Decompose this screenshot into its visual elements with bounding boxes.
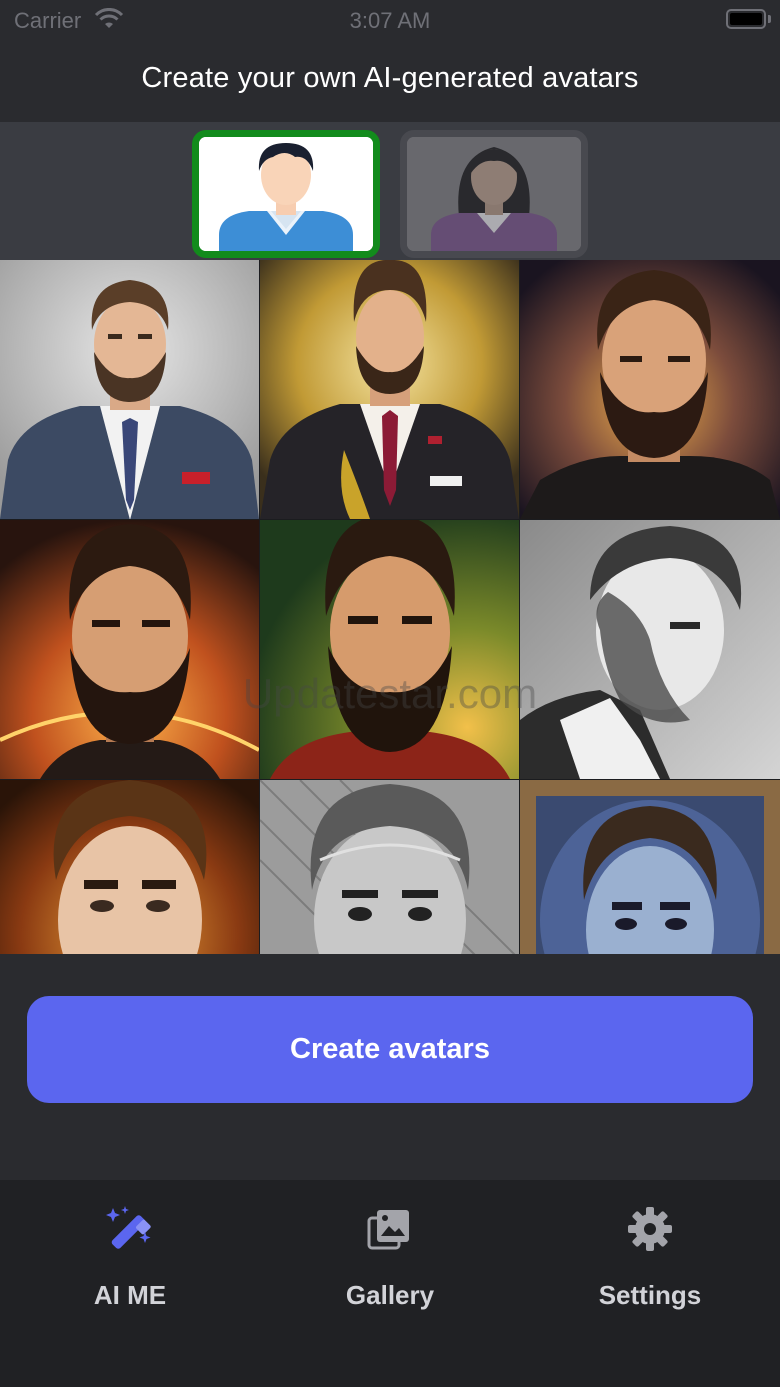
avatar-image [0, 780, 259, 954]
magic-wand-icon [106, 1206, 151, 1249]
gender-option-male[interactable] [192, 130, 380, 258]
avatar-image [520, 780, 780, 954]
tab-label: Gallery [345, 1280, 435, 1310]
battery-tip [768, 15, 771, 23]
avatar-tile[interactable] [260, 260, 519, 519]
avatar-tile[interactable] [260, 520, 519, 779]
page-title: Create your own AI-generated avatars [141, 62, 639, 94]
battery-icon [726, 9, 766, 29]
clock: 3:07 AM [349, 8, 431, 33]
avatar-image [0, 260, 259, 519]
gender-selector [0, 122, 780, 260]
avatar-tile[interactable] [520, 520, 780, 779]
avatar-image [260, 520, 519, 779]
avatar-image [0, 520, 259, 779]
create-avatars-button[interactable]: Create avatars [27, 996, 753, 1103]
gallery-icon [367, 1210, 409, 1250]
avatar-grid [0, 260, 780, 954]
gender-option-female[interactable] [400, 130, 588, 258]
avatar-tile[interactable] [520, 260, 780, 519]
avatar-tile[interactable] [260, 780, 519, 954]
tab-gallery[interactable]: Gallery [260, 1180, 520, 1387]
avatar-tile[interactable] [0, 260, 259, 519]
avatar-image [520, 260, 780, 519]
avatar-image [520, 520, 780, 779]
tab-bar: AI ME Gallery Settings [0, 1180, 780, 1387]
avatar-image [260, 780, 519, 954]
tab-ai-me[interactable]: AI ME [0, 1180, 260, 1387]
tab-label: Settings [598, 1280, 702, 1310]
avatar-tile[interactable] [0, 520, 259, 779]
avatar-tile[interactable] [0, 780, 259, 954]
tab-settings[interactable]: Settings [520, 1180, 780, 1387]
header: Create your own AI-generated avatars [0, 42, 780, 122]
female-avatar-icon [407, 137, 581, 251]
male-avatar-icon [199, 137, 373, 251]
gear-icon [628, 1207, 672, 1251]
avatar-tile[interactable] [520, 780, 780, 954]
avatar-image [260, 260, 519, 519]
status-bar: Carrier 3:07 AM [0, 0, 780, 42]
tab-label: AI ME [93, 1280, 167, 1310]
